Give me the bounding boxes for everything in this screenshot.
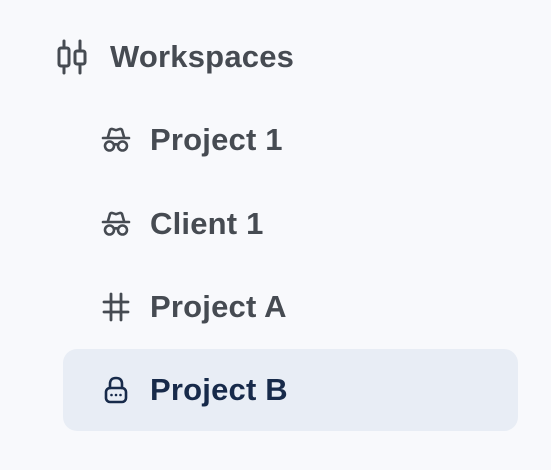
section-title: Workspaces	[110, 39, 295, 74]
sidebar-item-label: Client 1	[150, 206, 264, 241]
sidebar-item-label: Project 1	[150, 122, 283, 157]
lock-icon	[101, 375, 131, 405]
incognito-icon	[101, 209, 131, 239]
sidebar-item-label: Project B	[150, 372, 288, 407]
sidebar-item-project-a[interactable]: Project A	[63, 266, 518, 348]
hash-icon	[101, 292, 131, 322]
incognito-icon	[101, 125, 131, 155]
sidebar-item-label: Project A	[150, 289, 287, 324]
workspaces-section-header[interactable]: Workspaces	[56, 30, 294, 84]
sidebar-item-project-b[interactable]: Project B	[63, 349, 518, 431]
workspaces-icon	[56, 39, 88, 75]
sidebar-item-project-1[interactable]: Project 1	[63, 99, 518, 181]
sidebar-nav: Workspaces Project 1 Client 1 Project A …	[0, 0, 551, 470]
sidebar-item-client-1[interactable]: Client 1	[63, 183, 518, 265]
